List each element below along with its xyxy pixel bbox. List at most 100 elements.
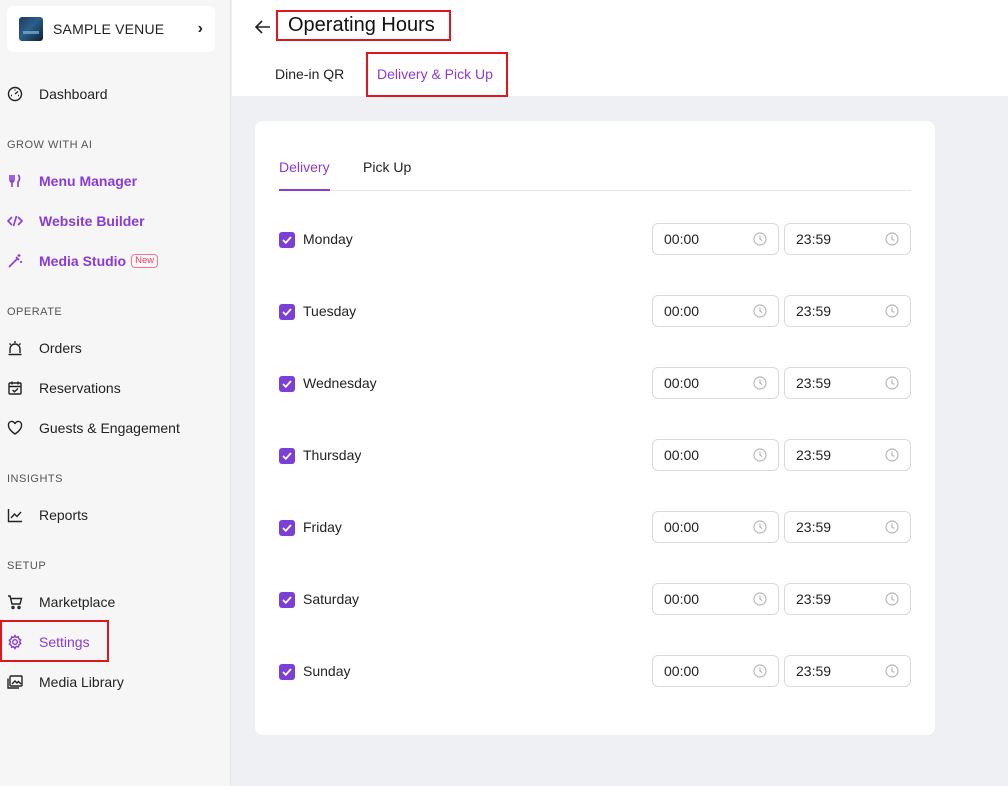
day-checkbox[interactable] bbox=[279, 376, 295, 392]
sidebar-item-label: Orders bbox=[39, 340, 82, 356]
fork-knife-icon bbox=[7, 173, 23, 189]
hours-card: Delivery Pick Up Monday 00:00 23:59 Tues… bbox=[255, 121, 935, 735]
day-label: Saturday bbox=[303, 591, 360, 607]
cart-icon bbox=[7, 594, 23, 610]
close-time-input[interactable]: 23:59 bbox=[784, 583, 911, 615]
day-label: Monday bbox=[303, 231, 353, 247]
section-label-insights: INSIGHTS bbox=[7, 473, 63, 485]
checkmark-icon bbox=[282, 668, 292, 676]
close-time-value: 23:59 bbox=[796, 303, 832, 319]
clock-icon bbox=[885, 592, 899, 606]
dashboard-icon bbox=[7, 86, 23, 102]
alarm-bell-icon bbox=[7, 340, 23, 356]
open-time-input[interactable]: 00:00 bbox=[652, 583, 779, 615]
chevron-right-icon: › bbox=[197, 20, 203, 37]
clock-icon bbox=[885, 664, 899, 678]
day-checkbox[interactable] bbox=[279, 232, 295, 248]
back-arrow-icon[interactable] bbox=[254, 16, 274, 38]
close-time-input[interactable]: 23:59 bbox=[784, 655, 911, 687]
open-time-value: 00:00 bbox=[664, 519, 700, 535]
section-label-grow: GROW WITH AI bbox=[7, 139, 93, 151]
sidebar-item-menu-manager[interactable]: Menu Manager bbox=[0, 165, 231, 197]
open-time-value: 00:00 bbox=[664, 447, 700, 463]
code-icon bbox=[7, 213, 23, 229]
open-time-input[interactable]: 00:00 bbox=[652, 295, 779, 327]
sidebar: SAMPLE VENUE › Dashboard GROW WITH AI Me… bbox=[0, 0, 231, 786]
tab-delivery-pickup[interactable]: Delivery & Pick Up bbox=[377, 66, 493, 82]
day-row-tuesday: Tuesday 00:00 23:59 bbox=[279, 295, 911, 327]
subtab-delivery[interactable]: Delivery bbox=[279, 159, 330, 191]
open-time-input[interactable]: 00:00 bbox=[652, 367, 779, 399]
sidebar-item-orders[interactable]: Orders bbox=[0, 332, 231, 364]
close-time-value: 23:59 bbox=[796, 519, 832, 535]
close-time-input[interactable]: 23:59 bbox=[784, 439, 911, 471]
sidebar-item-label: Media Studio bbox=[39, 253, 127, 269]
gear-icon bbox=[7, 634, 23, 650]
sidebar-item-label: Dashboard bbox=[39, 86, 108, 102]
magic-wand-icon bbox=[7, 253, 23, 269]
clock-icon bbox=[885, 376, 899, 390]
open-time-value: 00:00 bbox=[664, 663, 700, 679]
sidebar-item-label: Menu Manager bbox=[39, 173, 138, 189]
clock-icon bbox=[753, 376, 767, 390]
open-time-value: 00:00 bbox=[664, 231, 700, 247]
clock-icon bbox=[885, 232, 899, 246]
open-time-input[interactable]: 00:00 bbox=[652, 223, 779, 255]
checkmark-icon bbox=[282, 308, 292, 316]
open-time-input[interactable]: 00:00 bbox=[652, 655, 779, 687]
close-time-value: 23:59 bbox=[796, 663, 832, 679]
day-label: Thursday bbox=[303, 447, 362, 463]
clock-icon bbox=[753, 232, 767, 246]
sidebar-item-dashboard[interactable]: Dashboard bbox=[0, 78, 231, 110]
checkmark-icon bbox=[282, 524, 292, 532]
sidebar-item-reports[interactable]: Reports bbox=[0, 499, 231, 531]
sidebar-item-settings[interactable]: Settings bbox=[0, 626, 231, 658]
checkmark-icon bbox=[282, 596, 292, 604]
day-row-thursday: Thursday 00:00 23:59 bbox=[279, 439, 911, 471]
checkmark-icon bbox=[282, 236, 292, 244]
close-time-input[interactable]: 23:59 bbox=[784, 367, 911, 399]
venue-name: SAMPLE VENUE bbox=[53, 21, 165, 37]
day-checkbox[interactable] bbox=[279, 520, 295, 536]
venue-switcher[interactable]: SAMPLE VENUE › bbox=[7, 6, 215, 52]
line-chart-icon bbox=[7, 507, 23, 523]
close-time-value: 23:59 bbox=[796, 375, 832, 391]
day-row-monday: Monday 00:00 23:59 bbox=[279, 223, 911, 255]
clock-icon bbox=[885, 520, 899, 534]
day-label: Friday bbox=[303, 519, 342, 535]
clock-icon bbox=[885, 304, 899, 318]
sidebar-item-media-library[interactable]: Media Library bbox=[0, 666, 231, 698]
open-time-value: 00:00 bbox=[664, 591, 700, 607]
day-row-saturday: Saturday 00:00 23:59 bbox=[279, 583, 911, 615]
close-time-input[interactable]: 23:59 bbox=[784, 295, 911, 327]
day-checkbox[interactable] bbox=[279, 448, 295, 464]
close-time-input[interactable]: 23:59 bbox=[784, 511, 911, 543]
subtab-pickup[interactable]: Pick Up bbox=[363, 159, 411, 175]
tab-dine-in-qr[interactable]: Dine-in QR bbox=[275, 66, 344, 82]
day-checkbox[interactable] bbox=[279, 664, 295, 680]
day-checkbox[interactable] bbox=[279, 304, 295, 320]
open-time-input[interactable]: 00:00 bbox=[652, 439, 779, 471]
sidebar-item-media-studio[interactable]: Media Studio New bbox=[0, 245, 231, 277]
subtabs: Delivery Pick Up bbox=[279, 159, 911, 191]
sidebar-item-label: Media Library bbox=[39, 674, 124, 690]
calendar-check-icon bbox=[7, 380, 23, 396]
clock-icon bbox=[885, 448, 899, 462]
close-time-input[interactable]: 23:59 bbox=[784, 223, 911, 255]
checkmark-icon bbox=[282, 380, 292, 388]
sidebar-item-website-builder[interactable]: Website Builder bbox=[0, 205, 231, 237]
sidebar-item-label: Website Builder bbox=[39, 213, 145, 229]
venue-logo bbox=[19, 17, 43, 41]
day-checkbox[interactable] bbox=[279, 592, 295, 608]
sidebar-item-guests[interactable]: Guests & Engagement bbox=[0, 412, 231, 444]
checkmark-icon bbox=[282, 452, 292, 460]
sidebar-item-reservations[interactable]: Reservations bbox=[0, 372, 231, 404]
clock-icon bbox=[753, 520, 767, 534]
open-time-input[interactable]: 00:00 bbox=[652, 511, 779, 543]
images-icon bbox=[7, 674, 23, 690]
sidebar-item-marketplace[interactable]: Marketplace bbox=[0, 586, 231, 618]
sidebar-item-label: Guests & Engagement bbox=[39, 420, 180, 436]
clock-icon bbox=[753, 304, 767, 318]
open-time-value: 00:00 bbox=[664, 303, 700, 319]
open-time-value: 00:00 bbox=[664, 375, 700, 391]
